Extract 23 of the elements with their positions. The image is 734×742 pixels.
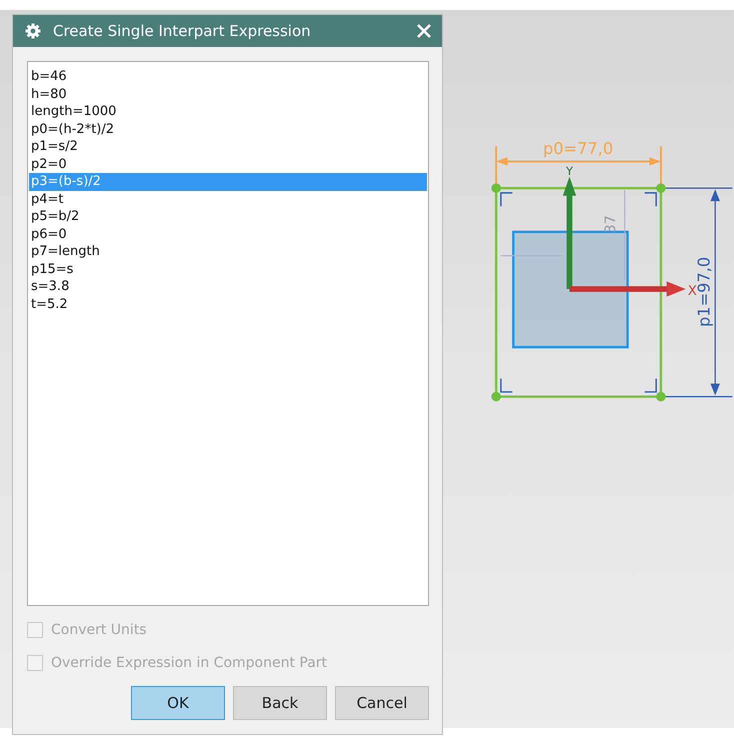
list-item[interactable]: p15=s bbox=[29, 260, 427, 278]
axis-label: X bbox=[688, 284, 697, 299]
cancel-button[interactable]: Cancel bbox=[335, 686, 429, 720]
window-title: Create Single Interpart Expression bbox=[53, 22, 312, 40]
dimension-label: p0=77,0 bbox=[542, 138, 614, 158]
list-item[interactable]: p5=b/2 bbox=[29, 208, 427, 226]
list-item[interactable]: h=80 bbox=[29, 86, 427, 103]
list-item[interactable]: p1=s/2 bbox=[29, 138, 427, 156]
ok-button[interactable]: OK bbox=[131, 686, 225, 720]
list-item[interactable]: p4=t bbox=[29, 190, 427, 208]
axis-label: Y bbox=[566, 164, 573, 178]
list-item[interactable]: p7=length bbox=[29, 243, 427, 260]
list-item[interactable]: p2=0 bbox=[29, 156, 427, 173]
list-item[interactable]: t=5.2 bbox=[29, 296, 427, 313]
list-item[interactable]: p0=(h-2*t)/2 bbox=[29, 120, 427, 138]
list-item[interactable]: b=46 bbox=[29, 68, 427, 86]
back-button[interactable]: Back bbox=[233, 686, 327, 720]
close-icon[interactable] bbox=[416, 23, 432, 39]
list-item[interactable]: length=1000 bbox=[29, 103, 427, 120]
dimension-label: 37 bbox=[603, 215, 620, 234]
list-item[interactable]: p6=0 bbox=[29, 226, 427, 243]
settings-icon bbox=[25, 23, 41, 39]
list-item[interactable]: s=3.8 bbox=[29, 278, 427, 296]
